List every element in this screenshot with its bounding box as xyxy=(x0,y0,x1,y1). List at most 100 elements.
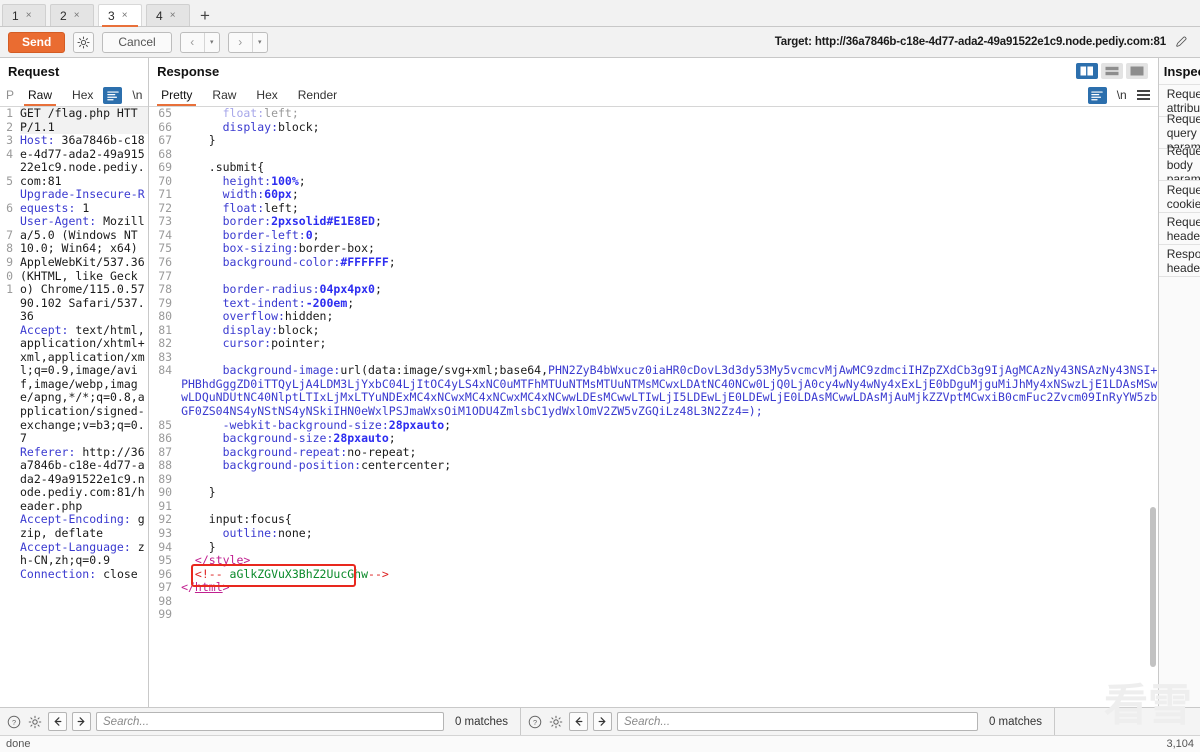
inspector-empty-space xyxy=(1158,276,1200,707)
close-icon[interactable]: × xyxy=(170,10,176,21)
gear-icon[interactable] xyxy=(548,714,564,730)
chevron-left-icon[interactable]: ‹ xyxy=(181,33,204,52)
request-search-bar: ? Search... 0 matches xyxy=(0,707,521,735)
line-number: 87 xyxy=(158,444,173,459)
close-icon[interactable]: × xyxy=(74,10,80,21)
hamburger-icon[interactable] xyxy=(1136,90,1150,100)
status-right-text: 3,104 xyxy=(1166,738,1194,750)
line-number: 72 xyxy=(158,200,173,215)
code-line: input:focus{ xyxy=(181,512,292,527)
code-line: height:100%; xyxy=(222,173,306,188)
newline-toggle[interactable]: \n xyxy=(132,88,142,102)
split-horizontal-icon[interactable] xyxy=(1100,63,1123,79)
inspector-item-request-headers[interactable]: Request headers xyxy=(1158,212,1200,244)
line-number: 99 xyxy=(158,607,173,622)
response-search-input[interactable]: Search... xyxy=(617,712,978,731)
gear-icon[interactable] xyxy=(27,714,43,730)
tab-raw[interactable]: Raw xyxy=(18,84,62,106)
response-editor[interactable]: 65 66 67 68 69 70 71 72 73 74 75 76 77 78 79 80 81 82 83 84… xyxy=(149,107,1158,707)
code-line: Referer: http://36a7846b-c18e-4d77-ada2-… xyxy=(20,444,145,513)
line-number: 8 xyxy=(6,241,13,256)
inspector-item-request-body-parameters[interactable]: Request body parameters xyxy=(1158,144,1200,186)
line-number: 0 xyxy=(6,268,13,283)
code-line: background-position:centercenter; xyxy=(222,458,452,473)
request-search-matches: 0 matches xyxy=(454,715,508,728)
inspector-item-request-cookies[interactable]: Request cookies xyxy=(1158,180,1200,212)
help-icon[interactable]: ? xyxy=(6,714,22,730)
response-scrollbar[interactable] xyxy=(1148,107,1158,707)
request-search-input[interactable]: Search... xyxy=(96,712,444,731)
code-line: float:left; xyxy=(222,200,299,215)
chevron-right-icon[interactable]: › xyxy=(229,33,252,52)
newline-toggle[interactable]: \n xyxy=(1117,88,1127,102)
split-vertical-icon[interactable] xyxy=(1075,63,1098,79)
code-line: cursor:pointer; xyxy=(222,336,327,351)
tab-hex[interactable]: Hex xyxy=(62,84,103,106)
code-line: </html> xyxy=(181,580,230,595)
repeater-tab-3[interactable]: 3 × xyxy=(98,4,142,27)
send-button[interactable]: Send xyxy=(8,31,66,53)
line-number: 1 xyxy=(6,107,13,120)
scrollbar-thumb[interactable] xyxy=(1149,507,1156,667)
chevron-down-icon[interactable]: ▾ xyxy=(203,32,219,52)
svg-text:?: ? xyxy=(12,717,16,726)
close-icon[interactable]: × xyxy=(26,10,32,21)
code-line: </style> xyxy=(194,553,251,568)
tab-hex[interactable]: Hex xyxy=(246,84,287,106)
layout-toggle-group xyxy=(1075,63,1152,79)
repeater-tab-1[interactable]: 1 × xyxy=(2,4,46,26)
repeater-tab-2[interactable]: 2 × xyxy=(50,4,94,26)
line-number: 95 xyxy=(158,553,173,568)
line-number: 69 xyxy=(158,160,173,175)
repeater-tab-label: 1 xyxy=(12,8,19,23)
line-number: 90 xyxy=(158,485,173,500)
tab-pretty[interactable]: P xyxy=(2,84,18,106)
request-pane: Request P Raw Hex \n 123456 7 8 9 0 1 GE… xyxy=(0,58,166,707)
search-next-button[interactable] xyxy=(72,712,91,731)
tab-raw[interactable]: Raw xyxy=(202,84,246,106)
help-icon[interactable]: ? xyxy=(527,714,543,730)
line-number: 80 xyxy=(158,309,173,324)
search-next-button[interactable] xyxy=(593,712,612,731)
prev-request-group[interactable]: ‹ ▾ xyxy=(179,31,220,53)
close-icon[interactable]: × xyxy=(122,10,128,21)
single-pane-icon[interactable] xyxy=(1125,63,1148,79)
response-pane: Response Pretty Raw Hex Render \n 65 66 … xyxy=(149,58,1159,707)
repeater-tab-strip: 1 × 2 × 3 × 4 × + xyxy=(0,0,1200,27)
pencil-icon[interactable] xyxy=(1174,35,1188,49)
inspector-pane: Inspector xyxy=(1158,58,1200,707)
code-line: border:2pxsolid#E1E8ED; xyxy=(222,214,382,229)
code-line: box-sizing:border-box; xyxy=(222,241,375,256)
chevron-down-icon[interactable]: ▾ xyxy=(251,32,267,52)
line-number: 81 xyxy=(158,322,173,337)
code-line: text-indent:-200em; xyxy=(222,295,355,310)
inspector-item-response-headers[interactable]: Response headers xyxy=(1158,244,1200,276)
add-tab-button[interactable]: + xyxy=(194,7,218,26)
line-number: 78 xyxy=(158,282,173,297)
code-line: <!-- aGlkZGVuX3BhZ2UucGhw--> xyxy=(194,566,389,581)
request-editor[interactable]: 12345678901 GET /flag.php HTTP/1.1 Host: … xyxy=(0,107,149,707)
next-request-group[interactable]: › ▾ xyxy=(227,31,268,53)
cancel-button[interactable]: Cancel xyxy=(102,31,172,53)
format-icon[interactable] xyxy=(103,86,123,104)
search-prev-button[interactable] xyxy=(569,712,588,731)
line-number: 65 xyxy=(158,107,173,120)
status-left-text: done xyxy=(6,738,31,750)
editor-split-area: Request P Raw Hex \n 123456 7 8 9 0 1 GE… xyxy=(0,58,1200,707)
code-line: background-image:url(data:image/svg+xml;… xyxy=(181,363,1158,419)
format-icon[interactable] xyxy=(1087,86,1107,104)
line-number: 91 xyxy=(158,498,173,513)
request-code-lines: GET /flag.php HTTP/1.1 Host: 36a7846b-c18… xyxy=(16,107,149,608)
response-code-lines: float:left; display:block; } .submit{ he… xyxy=(177,107,1158,622)
tab-pretty[interactable]: Pretty xyxy=(151,84,202,106)
repeater-tab-4[interactable]: 4 × xyxy=(146,4,190,26)
code-line: } xyxy=(181,133,216,148)
gear-icon[interactable] xyxy=(73,31,95,53)
line-number: 7 xyxy=(6,227,13,242)
search-prev-button[interactable] xyxy=(48,712,67,731)
inspector-bottom-bar xyxy=(1055,707,1200,735)
line-number: 79 xyxy=(158,295,173,310)
code-line: float:left; xyxy=(222,107,299,120)
tab-render[interactable]: Render xyxy=(288,84,347,106)
